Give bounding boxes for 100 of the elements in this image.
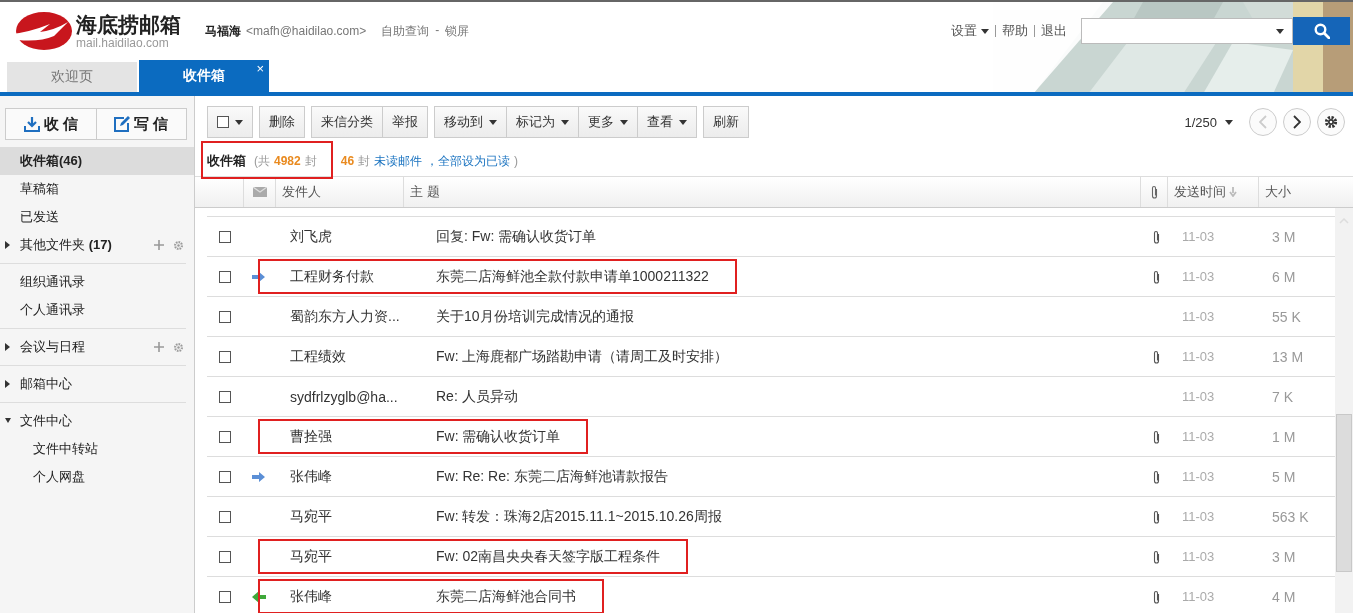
- tab[interactable]: 欢迎页: [7, 62, 137, 92]
- mail-subject: Fw: 上海鹿都广场踏勘申请（请周工及时安排）: [436, 347, 729, 366]
- sender-name: 工程绩效: [290, 347, 346, 366]
- column-header[interactable]: 发送时间: [1167, 177, 1258, 207]
- menu-link[interactable]: 退出: [1041, 22, 1067, 40]
- toolbar-button[interactable]: 查看: [638, 106, 697, 138]
- caret-icon: [981, 28, 989, 34]
- column-header[interactable]: 发件人: [275, 177, 403, 207]
- sender-name: sydfrlzyglb@ha...: [290, 388, 398, 405]
- folder-title: 收件箱: [207, 152, 246, 170]
- plus-icon: [154, 240, 164, 250]
- close-button[interactable]: ×: [256, 61, 264, 76]
- column-header[interactable]: 主 题: [403, 177, 1140, 207]
- gear-icon: [173, 239, 184, 251]
- menu-link[interactable]: 设置: [951, 22, 989, 40]
- mail-row[interactable]: 刘飞虎 回复: Fw: 需确认收货订单 11-03 3 M: [207, 217, 1335, 257]
- paperclip-icon: [1150, 185, 1158, 199]
- mail-date: 11-03: [1182, 349, 1215, 364]
- menu-link[interactable]: 帮助: [1002, 22, 1028, 40]
- checkbox[interactable]: [219, 390, 231, 403]
- header-link[interactable]: 自助查询: [381, 22, 430, 40]
- search-button[interactable]: [1293, 17, 1350, 45]
- folder-item[interactable]: 会议与日程: [0, 333, 194, 361]
- mail-count: 46: [340, 154, 355, 168]
- toolbar-button[interactable]: 删除: [259, 106, 305, 138]
- search-field[interactable]: [1081, 18, 1293, 44]
- folder-item[interactable]: 草稿箱: [0, 175, 194, 203]
- checkbox[interactable]: [219, 550, 231, 563]
- folder-item[interactable]: 其他文件夹 (17): [0, 231, 194, 259]
- mail-row[interactable]: 曹拴强 Fw: 需确认收货订单 11-03 1 M: [207, 417, 1335, 457]
- mail-row[interactable]: sydfrlzyglb@ha... Re: 人员异动 11-03 7 K: [207, 377, 1335, 417]
- receive-button[interactable]: 收 信: [6, 109, 96, 139]
- mail-subject: Fw: 转发：珠海2店2015.11.1~2015.10.26周报: [436, 507, 722, 526]
- mail-size: 7 K: [1272, 388, 1293, 405]
- checkbox[interactable]: [217, 116, 229, 128]
- folder-item[interactable]: 个人网盘: [0, 463, 194, 491]
- mail-row[interactable]: 工程财务付款 东莞二店海鲜池全款付款申请单1000211322 11-03 6 M: [207, 257, 1335, 297]
- folder-item[interactable]: 收件箱(46): [0, 147, 194, 175]
- user-name: 马福海: [205, 22, 241, 40]
- mail-subject: 东莞二店海鲜池合同书: [436, 587, 576, 606]
- mail-size: 3 M: [1272, 228, 1296, 245]
- mail-date: 11-03: [1182, 509, 1215, 524]
- mail-row[interactable]: 张伟峰 Fw: Re: Re: 东莞二店海鲜池请款报告 11-03 5 M: [207, 457, 1335, 497]
- toolbar-button[interactable]: 刷新: [703, 106, 749, 138]
- caret-icon: [561, 119, 569, 125]
- chevron-left-icon: [1259, 115, 1267, 129]
- checkbox[interactable]: [219, 310, 231, 323]
- triangle-icon: [5, 343, 11, 351]
- mail-row[interactable]: 工程绩效 Fw: 上海鹿都广场踏勘申请（请周工及时安排） 11-03 13 M: [207, 337, 1335, 377]
- mail-row[interactable]: 张伟峰 东莞二店海鲜池合同书 11-03 4 M: [207, 577, 1335, 613]
- triangle-icon: [5, 417, 11, 425]
- arrow-left-icon: [252, 590, 266, 603]
- toolbar-button[interactable]: 移动到: [434, 106, 507, 138]
- sender-name: 张伟峰: [290, 587, 332, 606]
- mail-row[interactable]: 马宛平 Fw: 转发：珠海2店2015.11.1~2015.10.26周报 11-03 563 K: [207, 497, 1335, 537]
- status-text: (共: [254, 152, 270, 170]
- column-header[interactable]: 大小: [1258, 177, 1353, 207]
- scroll-thumb[interactable]: [1336, 414, 1352, 572]
- checkbox[interactable]: [219, 510, 231, 523]
- settings-button[interactable]: [1317, 108, 1345, 136]
- triangle-icon: [5, 380, 11, 388]
- status-link[interactable]: 未读邮件: [374, 152, 423, 170]
- sender-name: 刘飞虎: [290, 227, 332, 246]
- folder-item[interactable]: 文件中心: [0, 407, 194, 435]
- settings-icon: [1324, 115, 1338, 129]
- toolbar-button[interactable]: 标记为: [507, 106, 579, 138]
- status-link[interactable]: ，全部设为已读: [426, 152, 511, 170]
- page-selector[interactable]: 1/250: [1184, 114, 1233, 130]
- mail-size: 4 M: [1272, 588, 1296, 605]
- status-text: 封: [304, 152, 317, 170]
- mail-size: 6 M: [1272, 268, 1296, 285]
- toolbar-button[interactable]: 举报: [383, 106, 428, 138]
- toolbar-button[interactable]: 更多: [579, 106, 638, 138]
- toolbar-button[interactable]: 来信分类: [311, 106, 383, 138]
- checkbox[interactable]: [219, 270, 231, 283]
- tab[interactable]: 收件箱 ×: [139, 60, 269, 92]
- sender-name: 马宛平: [290, 507, 332, 526]
- folder-item[interactable]: 文件中转站: [0, 435, 194, 463]
- separator-text: -: [435, 22, 440, 39]
- mail-size: 563 K: [1272, 508, 1309, 525]
- checkbox[interactable]: [219, 350, 231, 363]
- mail-row[interactable]: 蜀韵东方人力资... 关于10月份培训完成情况的通报 11-03 55 K: [207, 297, 1335, 337]
- checkbox[interactable]: [219, 470, 231, 483]
- select-all-dropdown[interactable]: [207, 106, 253, 138]
- next-page-button[interactable]: [1283, 108, 1311, 136]
- folder-item[interactable]: 组织通讯录: [0, 268, 194, 296]
- checkbox[interactable]: [219, 590, 231, 603]
- compose-button[interactable]: 写 信: [95, 109, 186, 139]
- header-link[interactable]: 锁屏: [445, 22, 470, 40]
- sender-name: 工程财务付款: [290, 267, 374, 286]
- folder-item[interactable]: 个人通讯录: [0, 296, 194, 324]
- folder-item[interactable]: 邮箱中心: [0, 370, 194, 398]
- mail-row[interactable]: 马宛平 Fw: 02南昌央央春天签字版工程条件 11-03 3 M: [207, 537, 1335, 577]
- folder-item[interactable]: 已发送: [0, 203, 194, 231]
- download-icon: [23, 116, 40, 132]
- checkbox[interactable]: [219, 430, 231, 443]
- edit-icon: [114, 116, 131, 132]
- checkbox[interactable]: [219, 230, 231, 243]
- scrollbar[interactable]: [1335, 208, 1353, 613]
- mail-subject: 关于10月份培训完成情况的通报: [436, 307, 634, 326]
